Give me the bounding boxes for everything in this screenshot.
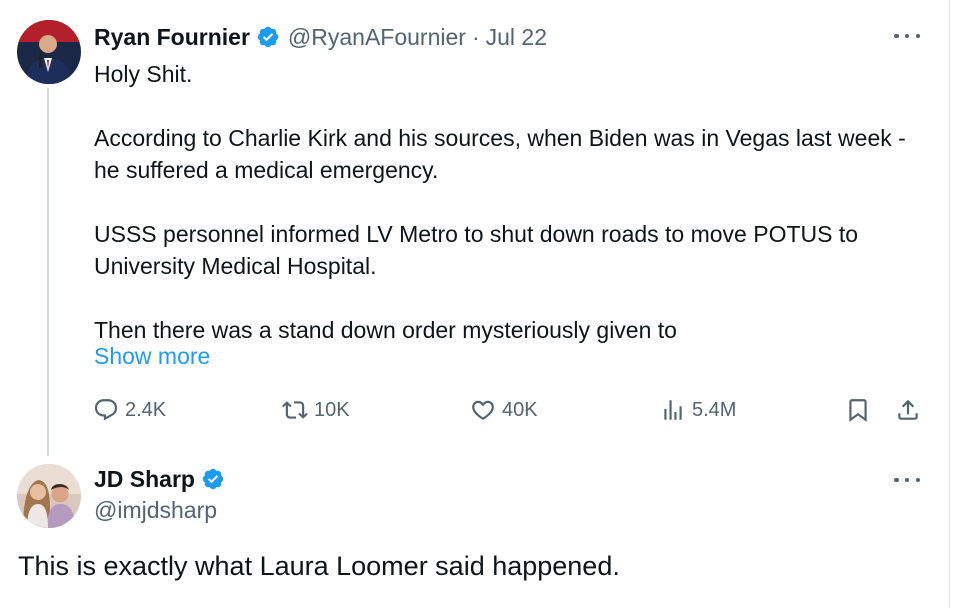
- views-count: 5.4M: [692, 398, 737, 421]
- show-more-link[interactable]: Show more: [94, 343, 210, 370]
- tweet-header: Ryan Fournier @RyanAFournier · Jul 22: [94, 22, 547, 52]
- tweet-date[interactable]: Jul 22: [486, 24, 547, 51]
- tweet-line: USSS personnel informed LV Metro to shut…: [94, 221, 859, 279]
- verified-badge-icon: [256, 25, 280, 49]
- reply-icon: [94, 399, 118, 421]
- views-icon: [664, 400, 682, 420]
- bookmark-icon: [849, 399, 867, 422]
- reply-count: 2.4K: [125, 398, 167, 421]
- thread-connector-line: [47, 88, 49, 456]
- share-icon: [898, 399, 918, 420]
- separator-dot: ·: [471, 23, 480, 50]
- like-button[interactable]: 40K: [470, 394, 538, 426]
- views-button[interactable]: 5.4M: [660, 394, 736, 426]
- retweet-count: 10K: [314, 398, 350, 421]
- column-border: [949, 0, 950, 608]
- tweet-body: Holy Shit. According to Charlie Kirk and…: [94, 58, 924, 346]
- retweet-icon: [282, 401, 308, 419]
- tweet-line: Holy Shit.: [94, 61, 193, 87]
- share-button[interactable]: [895, 394, 921, 426]
- tweet-line: According to Charlie Kirk and his source…: [94, 125, 906, 183]
- like-icon: [472, 400, 494, 420]
- avatar-jd-sharp[interactable]: [17, 464, 81, 528]
- reply-tweet-text: This is exactly what Laura Loomer said h…: [18, 551, 620, 581]
- more-icon[interactable]: [894, 26, 920, 46]
- retweet-button[interactable]: 10K: [282, 394, 350, 426]
- tweet-line: Then there was a stand down order myster…: [94, 317, 677, 343]
- reply-button[interactable]: 2.4K: [93, 394, 166, 426]
- user-handle[interactable]: @RyanAFournier: [288, 24, 466, 51]
- user-handle[interactable]: @imjdsharp: [94, 497, 217, 524]
- reply-header: JD Sharp: [94, 464, 225, 494]
- more-icon[interactable]: [894, 470, 920, 490]
- bookmark-button[interactable]: [845, 394, 871, 426]
- display-name[interactable]: JD Sharp: [94, 466, 195, 493]
- avatar-ryan-fournier[interactable]: [17, 20, 81, 84]
- display-name[interactable]: Ryan Fournier: [94, 24, 250, 51]
- like-count: 40K: [502, 398, 538, 421]
- verified-badge-icon: [201, 467, 225, 491]
